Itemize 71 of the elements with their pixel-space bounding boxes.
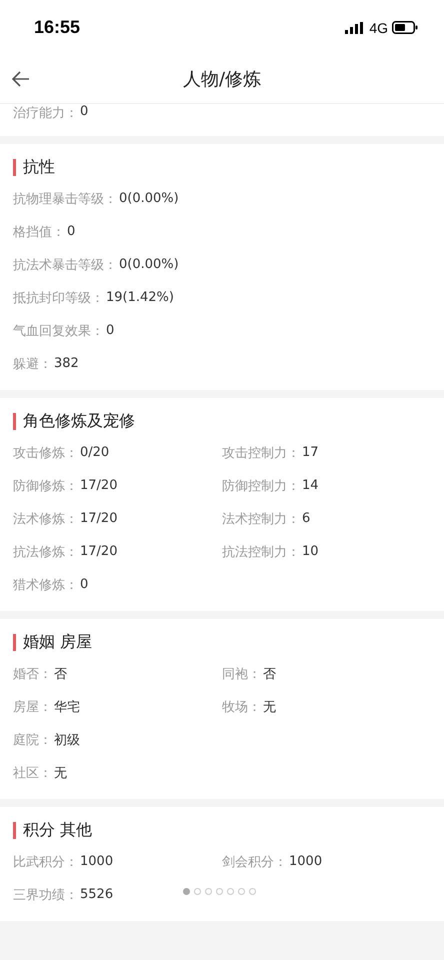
stat-label: 治疗能力： xyxy=(13,105,78,122)
page-dot[interactable] xyxy=(194,888,201,895)
page-dot[interactable] xyxy=(227,888,234,895)
stat-label: 牧场： xyxy=(222,698,261,716)
stat-value: 19(1.42%) xyxy=(106,290,174,305)
stat-label: 抵抗封印等级： xyxy=(13,290,104,306)
stat-value: 6 xyxy=(302,511,310,526)
stat-label: 格挡值： xyxy=(13,224,65,240)
stat-value: 0 xyxy=(80,577,88,592)
stat-label: 剑会积分： xyxy=(222,854,287,870)
back-icon[interactable] xyxy=(12,71,30,87)
stat-value: 0 xyxy=(80,104,88,119)
stat-value: 382 xyxy=(54,356,79,371)
status-time: 16:55 xyxy=(34,17,80,38)
stat-value: 14 xyxy=(302,478,319,493)
page-dot[interactable] xyxy=(205,888,212,895)
stat-value: 17/20 xyxy=(80,511,118,526)
accent-bar xyxy=(13,412,16,430)
stat-label: 三界功绩： xyxy=(13,886,78,904)
stat-value: 17/20 xyxy=(80,544,118,559)
stat-value: 17/20 xyxy=(80,478,118,493)
stat-value: 初级 xyxy=(54,732,80,748)
stat-label: 房屋： xyxy=(13,698,52,716)
page-title: 人物/修炼 xyxy=(182,68,262,91)
section-title: 积分 其他 xyxy=(23,820,92,840)
page-dot[interactable] xyxy=(249,888,256,895)
accent-bar xyxy=(13,822,16,838)
stat-label: 防御修炼： xyxy=(13,478,78,494)
stat-label: 庭院： xyxy=(13,732,52,748)
page-dot[interactable] xyxy=(183,888,190,895)
stat-value: 0 xyxy=(67,224,76,239)
stat-value: 0/20 xyxy=(80,445,110,460)
stat-label: 抗物理暴击等级： xyxy=(13,190,117,208)
stat-label: 气血回复效果： xyxy=(13,322,104,340)
stat-value: 否 xyxy=(263,666,276,682)
stat-value: 5526 xyxy=(80,887,114,902)
page-dot[interactable] xyxy=(216,888,223,895)
stat-value: 1000 xyxy=(289,854,322,869)
section-title: 角色修炼及宠修 xyxy=(23,410,135,432)
network-label: 4G xyxy=(369,20,388,36)
stat-value: 否 xyxy=(54,666,67,682)
stat-value: 0(0.00%) xyxy=(119,257,179,272)
stat-label: 社区： xyxy=(13,764,52,782)
accent-bar xyxy=(13,634,16,650)
section-title: 抗性 xyxy=(23,156,55,178)
stat-label: 抗法修炼： xyxy=(13,544,78,560)
stat-label: 比武积分： xyxy=(13,854,78,870)
section-title: 婚姻 房屋 xyxy=(23,632,92,652)
stat-value: 无 xyxy=(263,698,276,716)
stat-label: 法术控制力： xyxy=(222,510,300,528)
stat-value: 0(0.00%) xyxy=(119,191,179,206)
stat-label: 攻击控制力： xyxy=(222,444,300,462)
stat-label: 婚否： xyxy=(13,666,52,682)
stat-value: 0 xyxy=(106,323,114,338)
stat-label: 攻击修炼： xyxy=(13,444,78,462)
stat-label: 抗法术暴击等级： xyxy=(13,256,117,274)
signal-icon xyxy=(345,22,366,34)
stat-value: 华宅 xyxy=(54,698,80,716)
page-dot[interactable] xyxy=(238,888,245,895)
battery-icon xyxy=(392,21,418,34)
stat-value: 无 xyxy=(54,764,67,782)
stat-label: 抗法控制力： xyxy=(222,544,300,560)
stat-label: 躲避： xyxy=(13,356,52,372)
stat-label: 猎术修炼： xyxy=(13,576,78,594)
stat-label: 防御控制力： xyxy=(222,478,300,494)
stat-label: 同袍： xyxy=(222,666,261,682)
stat-label: 法术修炼： xyxy=(13,510,78,528)
stat-value: 17 xyxy=(302,445,319,460)
accent-bar xyxy=(13,158,16,176)
stat-value: 10 xyxy=(302,544,319,559)
stat-value: 1000 xyxy=(80,854,114,869)
